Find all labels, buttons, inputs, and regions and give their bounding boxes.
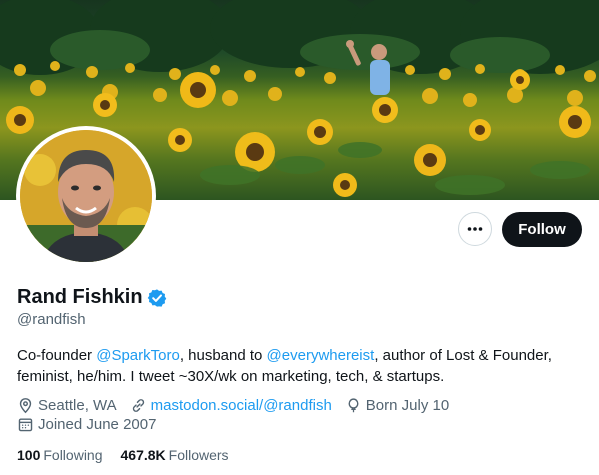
website-link[interactable]: mastodon.social/@randfish [151,397,332,414]
verified-badge-icon[interactable] [147,288,167,308]
profile-handle: @randfish [17,311,86,328]
more-options-button[interactable] [458,212,492,246]
bio-text: Co-founder [17,347,97,364]
following-link[interactable]: 100 Following [17,447,103,463]
follow-button-label: Follow [518,221,566,238]
mention-link-everywhereist[interactable]: @everywhereist [267,347,375,364]
website-item[interactable]: mastodon.social/@randfish [130,397,332,414]
followers-link[interactable]: 467.8K Followers [121,447,229,463]
followers-count: 467.8K [120,447,166,463]
following-count: 100 [17,447,41,463]
joined-text: Joined June 2007 [38,416,157,433]
display-name: Rand Fishkin [17,286,143,308]
bio-text: , husband to [179,347,267,364]
avatar[interactable] [16,126,156,266]
more-icon [467,227,483,231]
calendar-icon [18,418,33,432]
birthday-text: Born July 10 [365,397,450,414]
profile-name-row: Rand Fishkin [17,286,167,309]
follow-stats: 100 Following 467.8K Followers [17,447,247,463]
followers-label: Followers [168,447,229,463]
link-icon [132,399,144,412]
avatar-image [20,130,152,262]
profile-meta-row-joined: Joined June 2007 [17,416,169,433]
following-label: Following [43,447,103,463]
location-item: Seattle, WA [17,397,117,414]
mention-link-sparktoro[interactable]: @SparkToro [96,347,180,364]
profile-bio: Co-founder @SparkToro, husband to @every… [17,345,582,387]
birthday-item: Born July 10 [345,397,449,414]
location-text: Seattle, WA [38,397,117,414]
location-icon [19,398,32,414]
joined-item: Joined June 2007 [17,416,156,433]
birthday-icon [348,398,359,413]
follow-button[interactable]: Follow [502,212,582,247]
profile-meta-row: Seattle, WA mastodon.social/@randfish Bo… [17,397,462,414]
